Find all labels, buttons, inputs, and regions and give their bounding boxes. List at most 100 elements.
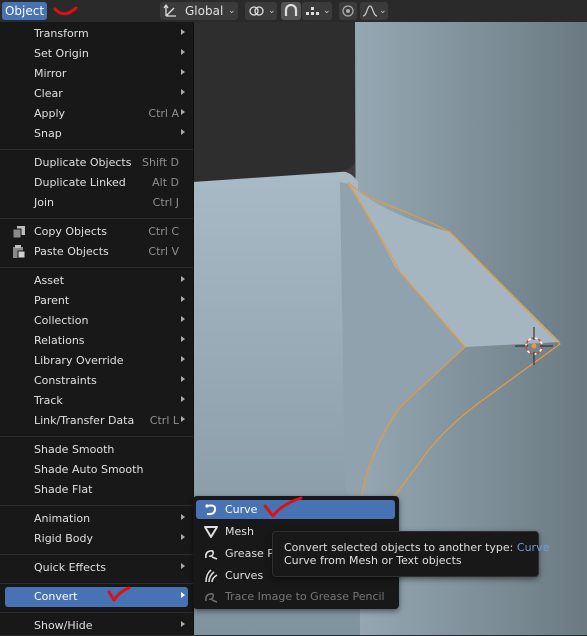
menu-item-label: Copy Objects [34, 225, 107, 238]
menu-item-label: Apply [34, 107, 66, 120]
menu-item-label: Quick Effects [34, 561, 106, 574]
snap-toggle[interactable] [281, 2, 301, 20]
menu-item-parent[interactable]: Parent [5, 291, 188, 311]
chevron-down-icon: ⌄ [228, 6, 236, 16]
convert-item-trace-image[interactable]: Trace Image to Grease Pencil [196, 587, 395, 606]
menu-item-quick-effects[interactable]: Quick Effects [5, 558, 188, 578]
menu-item-constraints[interactable]: Constraints [5, 371, 188, 391]
menu-item-label: Set Origin [34, 47, 89, 60]
menu-item-animation[interactable]: Animation [5, 509, 188, 529]
menu-item-label: Shade Auto Smooth [34, 463, 144, 476]
menu-item-join[interactable]: Join Ctrl J [5, 193, 188, 213]
menu-item-track[interactable]: Track [5, 391, 188, 411]
menu-item-convert[interactable]: Convert [5, 587, 188, 607]
menu-separator [0, 505, 193, 506]
falloff-curve-icon [362, 5, 378, 17]
transform-orientation-dropdown[interactable]: Global ⌄ [160, 2, 238, 20]
menu-separator [0, 554, 193, 555]
menu-item-label: Library Override [34, 354, 124, 367]
snap-target-dropdown[interactable]: ⌄ [302, 2, 332, 20]
proportional-icon [342, 5, 354, 17]
menu-item-mirror[interactable]: Mirror [5, 64, 188, 84]
pivot-icon [249, 6, 264, 16]
menu-item-snap[interactable]: Snap [5, 124, 188, 144]
submenu-arrow-icon [181, 296, 185, 302]
submenu-arrow-icon [181, 29, 185, 35]
menu-item-relations[interactable]: Relations [5, 331, 188, 351]
submenu-arrow-icon [181, 396, 185, 402]
menu-item-shade-flat[interactable]: Shade Flat [5, 480, 188, 500]
menu-item-paste-objects[interactable]: Paste Objects Ctrl V [5, 242, 188, 262]
menu-item-label: Snap [34, 127, 62, 140]
curves-icon [205, 569, 218, 583]
submenu-arrow-icon [181, 69, 185, 75]
grease-pencil-icon [205, 550, 218, 560]
menu-item-label: Clear [34, 87, 63, 100]
submenu-arrow-icon [181, 621, 185, 627]
submenu-arrow-icon [181, 356, 185, 362]
menu-item-shortcut: Ctrl V [148, 245, 179, 258]
submenu-arrow-icon [181, 49, 185, 55]
mesh-icon [204, 526, 218, 538]
menu-item-library-override[interactable]: Library Override [5, 351, 188, 371]
tooltip-detail: Curve from Mesh or Text objects [284, 554, 462, 567]
menu-item-label: Duplicate Objects [34, 156, 132, 169]
submenu-arrow-icon [181, 534, 185, 540]
submenu-arrow-icon [181, 129, 185, 135]
menu-item-label: Track [34, 394, 63, 407]
menu-separator [0, 612, 193, 613]
menu-separator [0, 436, 193, 437]
menu-item-shortcut: Ctrl C [148, 225, 179, 238]
menu-item-label: Asset [34, 274, 65, 287]
menu-separator [0, 218, 193, 219]
menu-item-label: Mirror [34, 67, 67, 80]
falloff-dropdown[interactable]: ⌄ [360, 2, 388, 20]
convert-item-label: Trace Image to Grease Pencil [225, 590, 385, 603]
chevron-down-icon: ⌄ [268, 6, 276, 16]
menu-item-shade-smooth[interactable]: Shade Smooth [5, 440, 188, 460]
menu-item-label: Constraints [34, 374, 97, 387]
object-menu-button[interactable]: Object [2, 2, 47, 20]
menu-item-transform[interactable]: Transform [5, 24, 188, 44]
submenu-arrow-icon [181, 89, 185, 95]
submenu-arrow-icon [181, 514, 185, 520]
tooltip-description: Convert selected objects to another type… [284, 541, 514, 554]
menu-item-rigid-body[interactable]: Rigid Body [5, 529, 188, 549]
menu-item-shortcut: Alt D [152, 176, 179, 189]
menu-item-duplicate-objects[interactable]: Duplicate Objects Shift D [5, 153, 188, 173]
proportional-editing-toggle[interactable] [339, 2, 357, 20]
menu-item-collection[interactable]: Collection [5, 311, 188, 331]
menu-item-set-origin[interactable]: Set Origin [5, 44, 188, 64]
menu-item-label: Transform [34, 27, 89, 40]
submenu-arrow-icon [181, 416, 185, 422]
chevron-down-icon: ⌄ [323, 6, 331, 16]
menu-item-apply[interactable]: Apply Ctrl A [5, 104, 188, 124]
copy-icon [12, 226, 25, 239]
menu-item-label: Paste Objects [34, 245, 109, 258]
menu-item-link-transfer-data[interactable]: Link/Transfer Data Ctrl L [5, 411, 188, 431]
menu-item-duplicate-linked[interactable]: Duplicate Linked Alt D [5, 173, 188, 193]
menu-item-clear[interactable]: Clear [5, 84, 188, 104]
menu-item-label: Join [34, 196, 55, 209]
menu-item-label: Convert [34, 590, 78, 603]
object-menu-dropdown: Transform Set Origin Mirror Clear Apply … [0, 22, 194, 635]
menu-item-show-hide[interactable]: Show/Hide [5, 616, 188, 636]
menu-item-shade-auto-smooth[interactable]: Shade Auto Smooth [5, 460, 188, 480]
submenu-arrow-icon [181, 376, 185, 382]
menu-item-copy-objects[interactable]: Copy Objects Ctrl C [5, 222, 188, 242]
tooltip-description-line: Convert selected objects to another type… [284, 541, 549, 554]
convert-item-label: Curve [225, 503, 258, 516]
menu-item-label: Relations [34, 334, 85, 347]
menu-item-label: Show/Hide [34, 619, 93, 632]
menu-item-label: Shade Flat [34, 483, 93, 496]
convert-tooltip: Convert selected objects to another type… [272, 531, 549, 577]
viewport-header: Object Global ⌄ ⌄ ⌄ ⌄ [0, 0, 587, 22]
paste-icon [13, 245, 26, 259]
menu-separator [0, 149, 193, 150]
menu-item-label: Parent [34, 294, 70, 307]
menu-item-label: Shade Smooth [34, 443, 115, 456]
menu-item-asset[interactable]: Asset [5, 271, 188, 291]
pivot-point-dropdown[interactable]: ⌄ [245, 2, 277, 20]
tooltip-operator: Curve [516, 541, 550, 554]
menu-item-label: Link/Transfer Data [34, 414, 135, 427]
